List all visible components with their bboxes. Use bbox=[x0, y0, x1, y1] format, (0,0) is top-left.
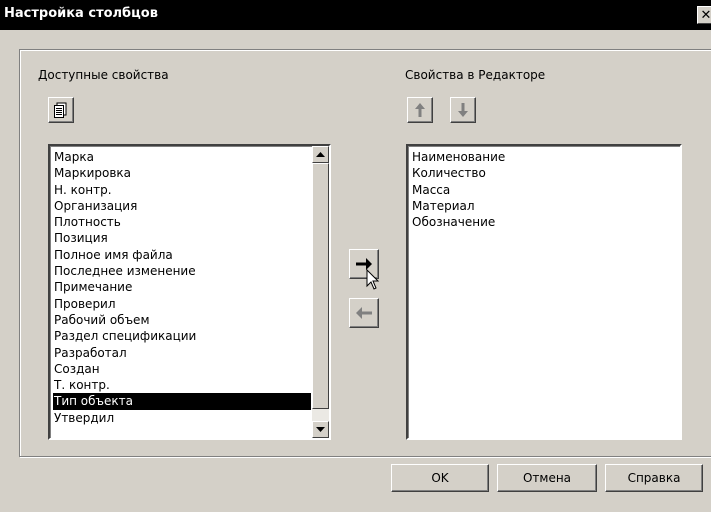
list-item[interactable]: Разработал bbox=[53, 345, 311, 361]
scroll-down-button[interactable] bbox=[312, 421, 329, 438]
ok-button-label: OK bbox=[431, 471, 449, 485]
list-item[interactable]: Масса bbox=[411, 182, 662, 198]
left-scrollbar[interactable] bbox=[312, 146, 329, 438]
window-title: Настройка столбцов bbox=[4, 6, 158, 21]
title-bar: Настройка столбцов ✕ bbox=[0, 0, 711, 30]
list-item[interactable]: Плотность bbox=[53, 214, 311, 230]
help-button[interactable]: Справка bbox=[605, 464, 703, 492]
cancel-button-label: Отмена bbox=[522, 471, 572, 485]
list-item[interactable]: Позиция bbox=[53, 230, 311, 246]
list-item[interactable]: Обозначение bbox=[411, 214, 662, 230]
list-item[interactable]: Рабочий объем bbox=[53, 312, 311, 328]
arrow-up-icon bbox=[415, 103, 425, 117]
ok-button[interactable]: OK bbox=[391, 464, 489, 492]
scroll-thumb[interactable] bbox=[312, 163, 329, 409]
arrow-left-icon bbox=[356, 307, 372, 319]
list-item[interactable]: Материал bbox=[411, 198, 662, 214]
list-item[interactable]: Раздел спецификации bbox=[53, 328, 311, 344]
editor-properties-list[interactable]: Наименование Количество Масса Материал Обозн… bbox=[406, 144, 682, 440]
list-item[interactable]: Тип объекта bbox=[53, 393, 311, 410]
list-item[interactable]: Количество bbox=[411, 165, 662, 181]
close-button[interactable]: ✕ bbox=[697, 6, 711, 24]
help-button-label: Справка bbox=[627, 471, 681, 485]
cancel-button[interactable]: Отмена bbox=[497, 464, 597, 492]
properties-button[interactable] bbox=[48, 97, 74, 123]
close-icon: ✕ bbox=[700, 8, 711, 23]
list-item[interactable]: Организация bbox=[53, 198, 311, 214]
scroll-up-button[interactable] bbox=[312, 146, 329, 163]
list-item[interactable]: Полное имя файла bbox=[53, 247, 311, 263]
move-down-button[interactable] bbox=[450, 97, 476, 123]
available-properties-list[interactable]: Марка Маркировка Н. контр. Организация Плотн… bbox=[48, 144, 331, 440]
list-item[interactable]: Проверил bbox=[53, 296, 311, 312]
scroll-down-icon bbox=[316, 427, 325, 432]
available-properties-label: Доступные свойства bbox=[38, 68, 169, 82]
editor-properties-items: Наименование Количество Масса Материал Обозн… bbox=[411, 149, 662, 230]
list-item[interactable]: Утвердил bbox=[53, 410, 311, 426]
scroll-up-icon bbox=[316, 152, 325, 157]
list-item[interactable]: Создан bbox=[53, 361, 311, 377]
available-properties-items: Марка Маркировка Н. контр. Организация Плотн… bbox=[53, 149, 311, 426]
move-up-button[interactable] bbox=[407, 97, 433, 123]
list-item[interactable]: Примечание bbox=[53, 279, 311, 295]
list-item[interactable]: Последнее изменение bbox=[53, 263, 311, 279]
list-item[interactable]: Н. контр. bbox=[53, 182, 311, 198]
list-item[interactable]: Наименование bbox=[411, 149, 662, 165]
document-list-icon bbox=[54, 102, 67, 118]
list-item[interactable]: Маркировка bbox=[53, 165, 311, 181]
list-item[interactable]: Т. контр. bbox=[53, 377, 311, 393]
mouse-cursor-icon bbox=[366, 269, 380, 290]
editor-properties-label: Свойства в Редакторе bbox=[405, 68, 546, 82]
arrow-down-icon bbox=[458, 103, 468, 117]
move-left-button[interactable] bbox=[349, 298, 379, 328]
list-item[interactable]: Марка bbox=[53, 149, 311, 165]
